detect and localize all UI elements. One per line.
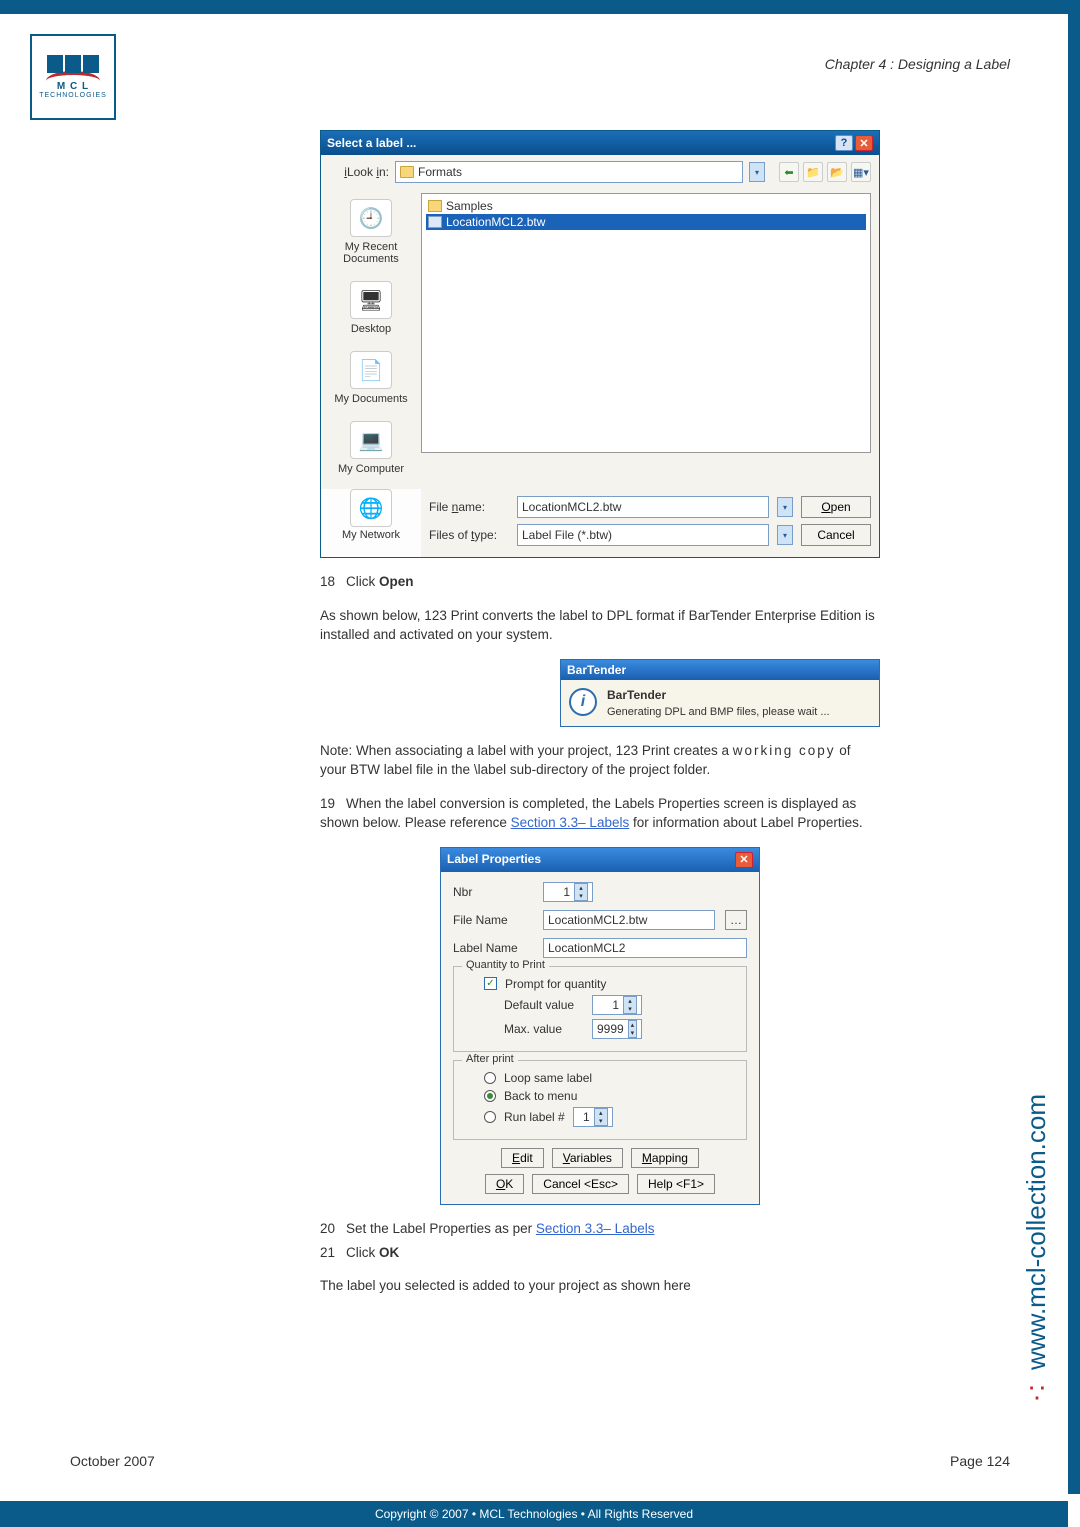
spinner-icon[interactable]: ▴▾	[623, 996, 637, 1014]
loop-radio[interactable]	[484, 1072, 496, 1084]
step-21: 21Click OK	[320, 1243, 880, 1263]
filetype-input[interactable]: Label File (*.btw)	[517, 524, 769, 546]
logo-text: M C L	[39, 81, 107, 92]
select-label-dialog: Select a label ... ? ✕ iLook in:Look in:…	[320, 130, 880, 558]
logo: M C L TECHNOLOGIES	[30, 34, 116, 120]
vertical-url: ∴ www.mcl-collection.com	[1021, 1094, 1052, 1407]
lp-filename-input[interactable]: LocationMCL2.btw	[543, 910, 715, 930]
help-button[interactable]: Help <F1>	[637, 1174, 715, 1194]
lookin-value: Formats	[418, 165, 462, 179]
section-3-3-link[interactable]: Section 3.3– Labels	[536, 1221, 655, 1236]
close-icon[interactable]: ✕	[855, 135, 873, 151]
default-label: Default value	[504, 998, 584, 1012]
filename-label: File name:	[429, 500, 509, 514]
spinner-icon[interactable]: ▴▾	[594, 1108, 608, 1126]
chevron-down-icon[interactable]: ▾	[777, 497, 793, 517]
lp-nbr-input[interactable]: 1▴▾	[543, 882, 593, 902]
btw-file-icon	[428, 216, 442, 228]
prompt-checkbox[interactable]: ✓	[484, 977, 497, 990]
ok-button[interactable]: OK	[485, 1174, 524, 1194]
after-legend: After print	[462, 1053, 518, 1065]
logo-subtext: TECHNOLOGIES	[39, 92, 107, 99]
side-bar	[1068, 14, 1080, 1494]
copyright-bar: Copyright © 2007 • MCL Technologies • Al…	[0, 1501, 1068, 1527]
bartender-title: BarTender	[561, 660, 879, 680]
place-recent[interactable]: 🕘 My Recent Documents	[321, 193, 421, 275]
quantity-fieldset: Quantity to Print ✓ Prompt for quantity …	[453, 966, 747, 1052]
paragraph-2: The label you selected is added to your …	[320, 1276, 880, 1296]
chevron-down-icon[interactable]: ▾	[777, 525, 793, 545]
filetype-label: Files of type:	[429, 528, 509, 542]
file-item-selected[interactable]: LocationMCL2.btw	[426, 214, 866, 230]
chapter-title: Chapter 4 : Designing a Label	[825, 56, 1010, 72]
folder-icon	[428, 200, 442, 212]
qty-legend: Quantity to Print	[462, 959, 549, 971]
folder-icon	[400, 166, 414, 178]
runlabel-radio[interactable]	[484, 1111, 496, 1123]
step-19: 19When the label conversion is completed…	[320, 794, 880, 833]
back-icon[interactable]: ⬅	[779, 162, 799, 182]
section-3-3-link[interactable]: Section 3.3– Labels	[511, 815, 630, 830]
place-mycomp[interactable]: 💻 My Computer	[321, 415, 421, 485]
bartender-msg: Generating DPL and BMP files, please wai…	[607, 706, 830, 718]
edit-button[interactable]: Edit	[501, 1148, 544, 1168]
prompt-label: Prompt for quantity	[505, 977, 606, 991]
paragraph-1: As shown below, 123 Print converts the l…	[320, 606, 880, 645]
bartender-popup: BarTender i BarTender Generating DPL and…	[560, 659, 880, 727]
spinner-icon[interactable]: ▴▾	[628, 1020, 637, 1038]
max-value-input[interactable]: 9999▴▾	[592, 1019, 642, 1039]
lp-filename-label: File Name	[453, 913, 533, 927]
places-bar: 🕘 My Recent Documents 🖥 Desktop 📄 My Doc…	[321, 189, 421, 489]
note-paragraph: Note: When associating a label with your…	[320, 741, 880, 780]
browse-button[interactable]: …	[725, 910, 747, 930]
top-bar	[0, 0, 1080, 14]
close-icon[interactable]: ✕	[735, 852, 753, 868]
max-label: Max. value	[504, 1022, 584, 1036]
network-icon: 🌐	[350, 489, 392, 527]
mydocs-icon: 📄	[350, 351, 392, 389]
runlabel-input[interactable]: 1▴▾	[573, 1107, 613, 1127]
label-properties-dialog: Label Properties ✕ Nbr 1▴▾ File Name Loc…	[440, 847, 760, 1205]
help-icon[interactable]: ?	[835, 135, 853, 151]
lookin-label: iLook in:Look in:	[329, 165, 389, 179]
step-18: 18Click Open	[320, 572, 880, 592]
afterprint-fieldset: After print Loop same label Back to menu…	[453, 1060, 747, 1140]
lp-labelname-label: Label Name	[453, 941, 533, 955]
spinner-icon[interactable]: ▴▾	[574, 883, 588, 901]
place-desktop[interactable]: 🖥 Desktop	[321, 275, 421, 345]
lookin-dropdown[interactable]: Formats	[395, 161, 743, 183]
cancel-button[interactable]: Cancel <Esc>	[532, 1174, 629, 1194]
desktop-icon: 🖥	[350, 281, 392, 319]
step-20: 20Set the Label Properties as per Sectio…	[320, 1219, 880, 1239]
cancel-button[interactable]: Cancel	[801, 524, 871, 546]
mycomputer-icon: 💻	[350, 421, 392, 459]
dialog-title: Select a label ...	[327, 136, 416, 150]
lp-labelname-input[interactable]: LocationMCL2	[543, 938, 747, 958]
new-folder-icon[interactable]: 📂	[827, 162, 847, 182]
chevron-down-icon[interactable]: ▾	[749, 162, 765, 182]
bartender-heading: BarTender	[607, 688, 830, 702]
default-value-input[interactable]: 1▴▾	[592, 995, 642, 1015]
up-folder-icon[interactable]: 📁	[803, 162, 823, 182]
place-mydocs[interactable]: 📄 My Documents	[321, 345, 421, 415]
lp-nbr-label: Nbr	[453, 885, 533, 899]
place-mynetwork[interactable]: 🌐 My Network	[321, 489, 421, 557]
recent-docs-icon: 🕘	[350, 199, 392, 237]
backmenu-radio[interactable]	[484, 1090, 496, 1102]
filename-input[interactable]: LocationMCL2.btw	[517, 496, 769, 518]
file-list[interactable]: Samples LocationMCL2.btw	[421, 193, 871, 453]
lp-title: Label Properties	[447, 852, 541, 868]
info-icon: i	[569, 688, 597, 716]
variables-button[interactable]: Variables	[552, 1148, 623, 1168]
open-button[interactable]: Open	[801, 496, 871, 518]
footer-date: October 2007	[70, 1453, 155, 1469]
view-menu-icon[interactable]: ▦▾	[851, 162, 871, 182]
footer-page: Page 124	[950, 1453, 1010, 1469]
mapping-button[interactable]: Mapping	[631, 1148, 699, 1168]
file-item-folder[interactable]: Samples	[426, 198, 866, 214]
